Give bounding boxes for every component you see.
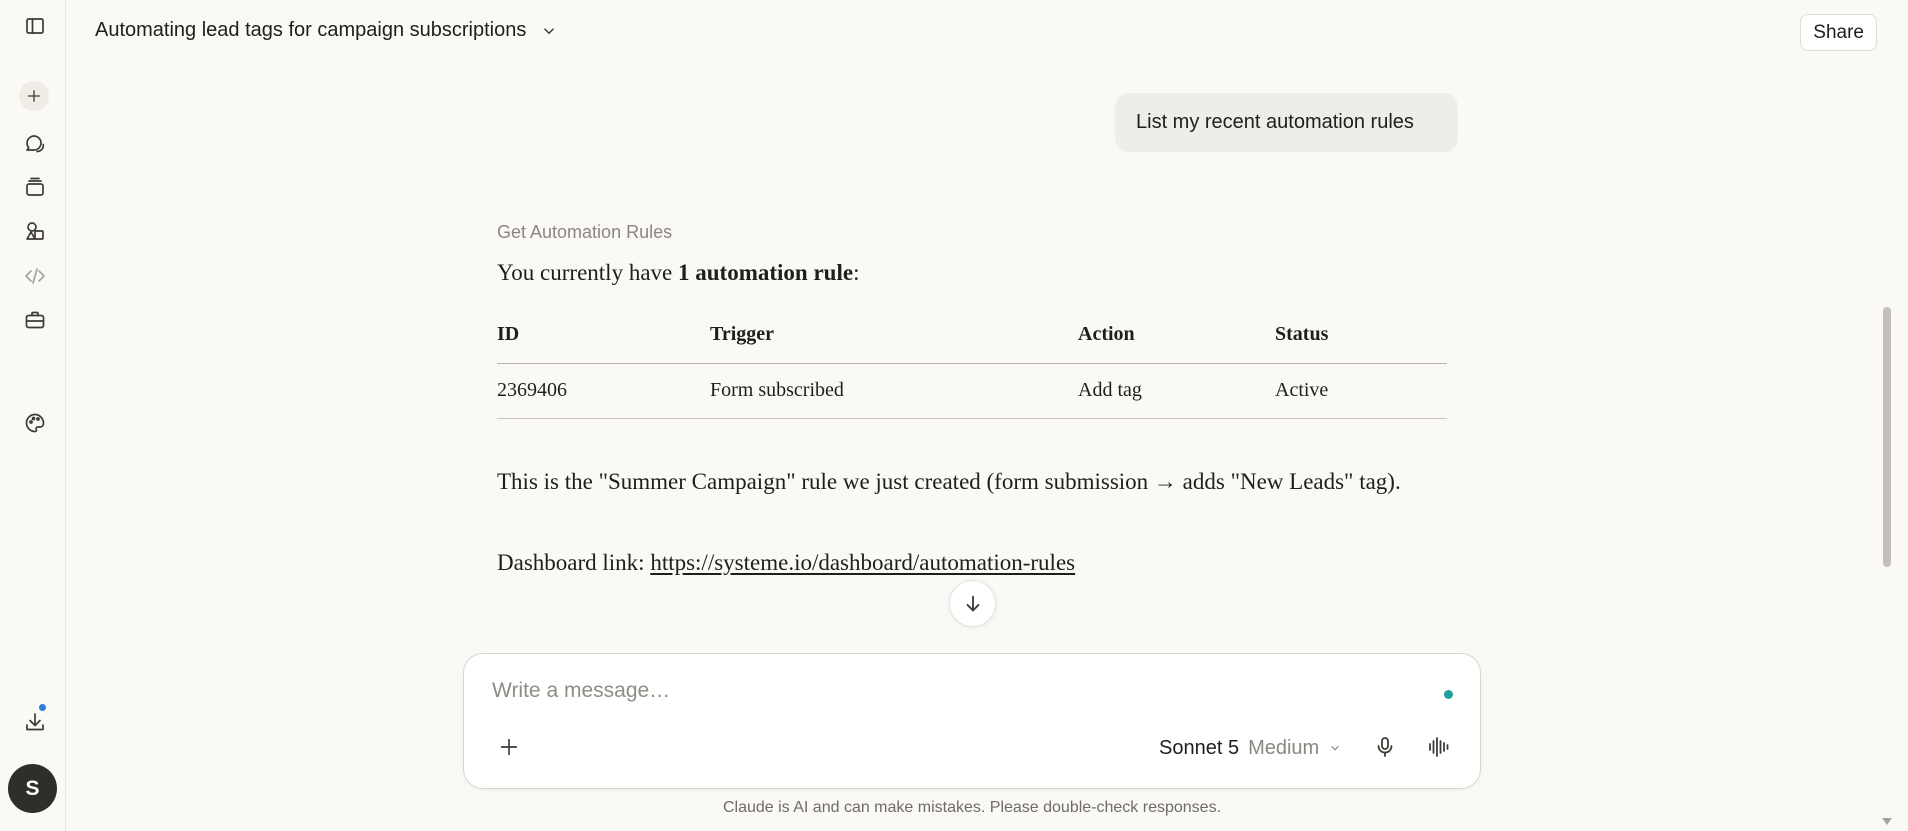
top-bar: Automating lead tags for campaign subscr…: [66, 0, 1908, 64]
voice-mode-button[interactable]: [1422, 730, 1456, 764]
status-indicator: [1444, 690, 1453, 699]
microphone-icon: [1377, 737, 1393, 757]
column-header-id: ID: [497, 318, 710, 364]
column-header-action: Action: [1078, 318, 1275, 364]
sidebar-toggle-icon[interactable]: [15, 6, 55, 46]
automation-rules-table: ID Trigger Action Status 2369406 Form su…: [497, 318, 1447, 419]
rule-note: This is the "Summer Campaign" rule we ju…: [497, 469, 1401, 494]
response-intro: You currently have 1 automation rule:: [497, 260, 859, 286]
notification-badge: [37, 702, 48, 713]
conversation-title: Automating lead tags for campaign subscr…: [95, 19, 527, 41]
dashboard-link[interactable]: https://systeme.io/dashboard/automation-…: [650, 550, 1075, 575]
cell-id: 2369406: [497, 363, 710, 419]
message-input[interactable]: [492, 674, 1392, 708]
intro-prefix: You currently have: [497, 260, 678, 285]
avatar-initial: S: [25, 776, 40, 800]
scroll-down-arrow-icon[interactable]: [1882, 818, 1892, 825]
arrow-down-icon: [966, 595, 979, 611]
table-row: 2369406 Form subscribed Add tag Active: [497, 363, 1447, 419]
new-chat-icon[interactable]: [19, 81, 49, 111]
microphone-button[interactable]: [1368, 730, 1402, 764]
cell-trigger: Form subscribed: [710, 363, 1078, 419]
toolbox-icon[interactable]: [15, 300, 55, 340]
chevron-down-icon: [544, 27, 555, 34]
table-header-row: ID Trigger Action Status: [497, 318, 1447, 364]
model-name: Sonnet 5: [1159, 736, 1240, 759]
waveform-icon: [1429, 737, 1449, 757]
tool-call-label[interactable]: Get Automation Rules: [497, 222, 672, 243]
model-effort: Medium: [1248, 736, 1320, 759]
user-message: List my recent automation rules: [1115, 93, 1458, 152]
share-button[interactable]: Share: [1800, 14, 1877, 51]
disclaimer: Claude is AI and can make mistakes. Plea…: [722, 799, 1222, 816]
column-header-trigger: Trigger: [710, 318, 1078, 364]
chevron-down-icon: [1331, 745, 1340, 751]
model-selector[interactable]: Sonnet 5 Medium: [1159, 732, 1342, 764]
dashboard-line: Dashboard link: https://systeme.io/dashb…: [497, 547, 1447, 579]
scroll-to-bottom-button[interactable]: [949, 580, 996, 627]
conversation-title-menu[interactable]: Automating lead tags for campaign subscr…: [95, 19, 558, 42]
dashboard-prefix: Dashboard link:: [497, 550, 651, 575]
user-message-text: List my recent automation rules: [1136, 111, 1414, 133]
cell-status: Active: [1275, 363, 1447, 419]
add-attachment-button[interactable]: [492, 730, 526, 764]
download-icon[interactable]: [15, 702, 55, 742]
projects-icon[interactable]: [15, 167, 55, 207]
artifacts-icon[interactable]: [15, 211, 55, 251]
sidebar: S: [0, 0, 66, 831]
palette-icon[interactable]: [15, 403, 55, 443]
chats-icon[interactable]: [15, 123, 55, 163]
column-header-status: Status: [1275, 318, 1447, 364]
intro-bold: 1 automation rule: [678, 260, 854, 285]
message-composer: Sonnet 5 Medium: [463, 653, 1481, 789]
avatar[interactable]: S: [8, 764, 57, 813]
plus-icon: [500, 738, 518, 756]
cell-action: Add tag: [1078, 363, 1275, 419]
code-icon[interactable]: [15, 256, 55, 296]
scrollbar-thumb[interactable]: [1883, 307, 1891, 567]
intro-suffix: :: [853, 260, 860, 285]
